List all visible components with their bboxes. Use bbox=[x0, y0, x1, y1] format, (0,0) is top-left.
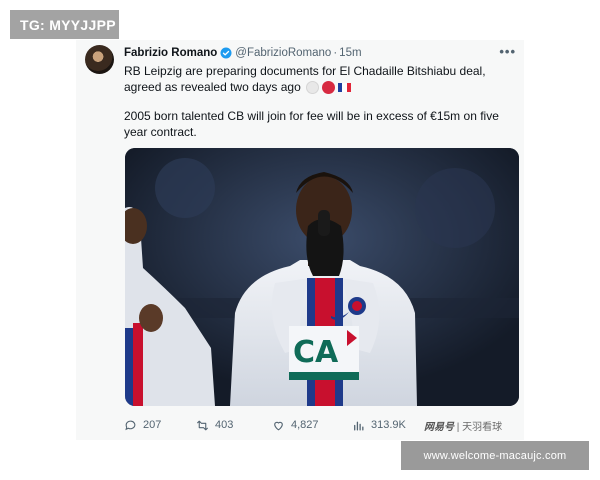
views-chart-icon bbox=[354, 421, 364, 430]
tweet-body: RB Leipzig are preparing documents for E… bbox=[124, 63, 516, 140]
tweet-timestamp[interactable]: 15m bbox=[339, 47, 361, 59]
reply-icon bbox=[125, 420, 136, 430]
source-name: 天羽看球 bbox=[462, 422, 503, 433]
tweet-header: Fabrizio Romano @FabrizioRomano · 15m bbox=[124, 45, 362, 61]
website-banner: www.welcome-macaujc.com bbox=[401, 441, 589, 470]
shirt-sponsor-text: CA bbox=[293, 335, 339, 370]
white-circle-emoji-icon bbox=[306, 81, 320, 95]
telegram-watermark: TG: MYYJJPP bbox=[10, 10, 119, 39]
author-name[interactable]: Fabrizio Romano bbox=[124, 47, 217, 59]
source-watermark: 网易号 | 天羽看球 bbox=[424, 422, 503, 433]
red-circle-emoji-icon bbox=[322, 81, 336, 95]
retweet-button[interactable]: 403 bbox=[196, 419, 272, 432]
tweet-card[interactable]: Fabrizio Romano @FabrizioRomano · 15m ••… bbox=[76, 40, 524, 440]
retweet-icon bbox=[197, 420, 208, 430]
heart-icon bbox=[274, 421, 283, 430]
source-brand: 网易号 bbox=[424, 422, 454, 433]
like-count: 4,827 bbox=[291, 419, 319, 431]
france-flag-emoji-icon bbox=[338, 83, 352, 93]
verified-badge-icon bbox=[220, 47, 232, 59]
tweet-media-image[interactable]: CA bbox=[125, 148, 519, 406]
author-handle[interactable]: @FabrizioRomano bbox=[235, 47, 331, 59]
like-button[interactable]: 4,827 bbox=[272, 419, 352, 432]
tweet-paragraph-1: RB Leipzig are preparing documents for E… bbox=[124, 63, 516, 95]
reply-button[interactable]: 207 bbox=[124, 419, 196, 432]
player-photo-image: CA bbox=[125, 148, 519, 406]
views-button[interactable]: 313.9K bbox=[352, 419, 418, 432]
reply-count: 207 bbox=[143, 419, 162, 431]
tweet-paragraph-2: 2005 born talented CB will join for fee … bbox=[124, 109, 499, 139]
header-separator: · bbox=[333, 47, 338, 59]
emoji-group bbox=[306, 81, 352, 95]
tweet-text-line1: RB Leipzig are preparing documents for E… bbox=[124, 64, 486, 94]
avatar[interactable] bbox=[85, 45, 114, 74]
more-options-icon[interactable]: ••• bbox=[499, 44, 516, 59]
retweet-count: 403 bbox=[215, 419, 234, 431]
views-count: 313.9K bbox=[371, 419, 406, 431]
